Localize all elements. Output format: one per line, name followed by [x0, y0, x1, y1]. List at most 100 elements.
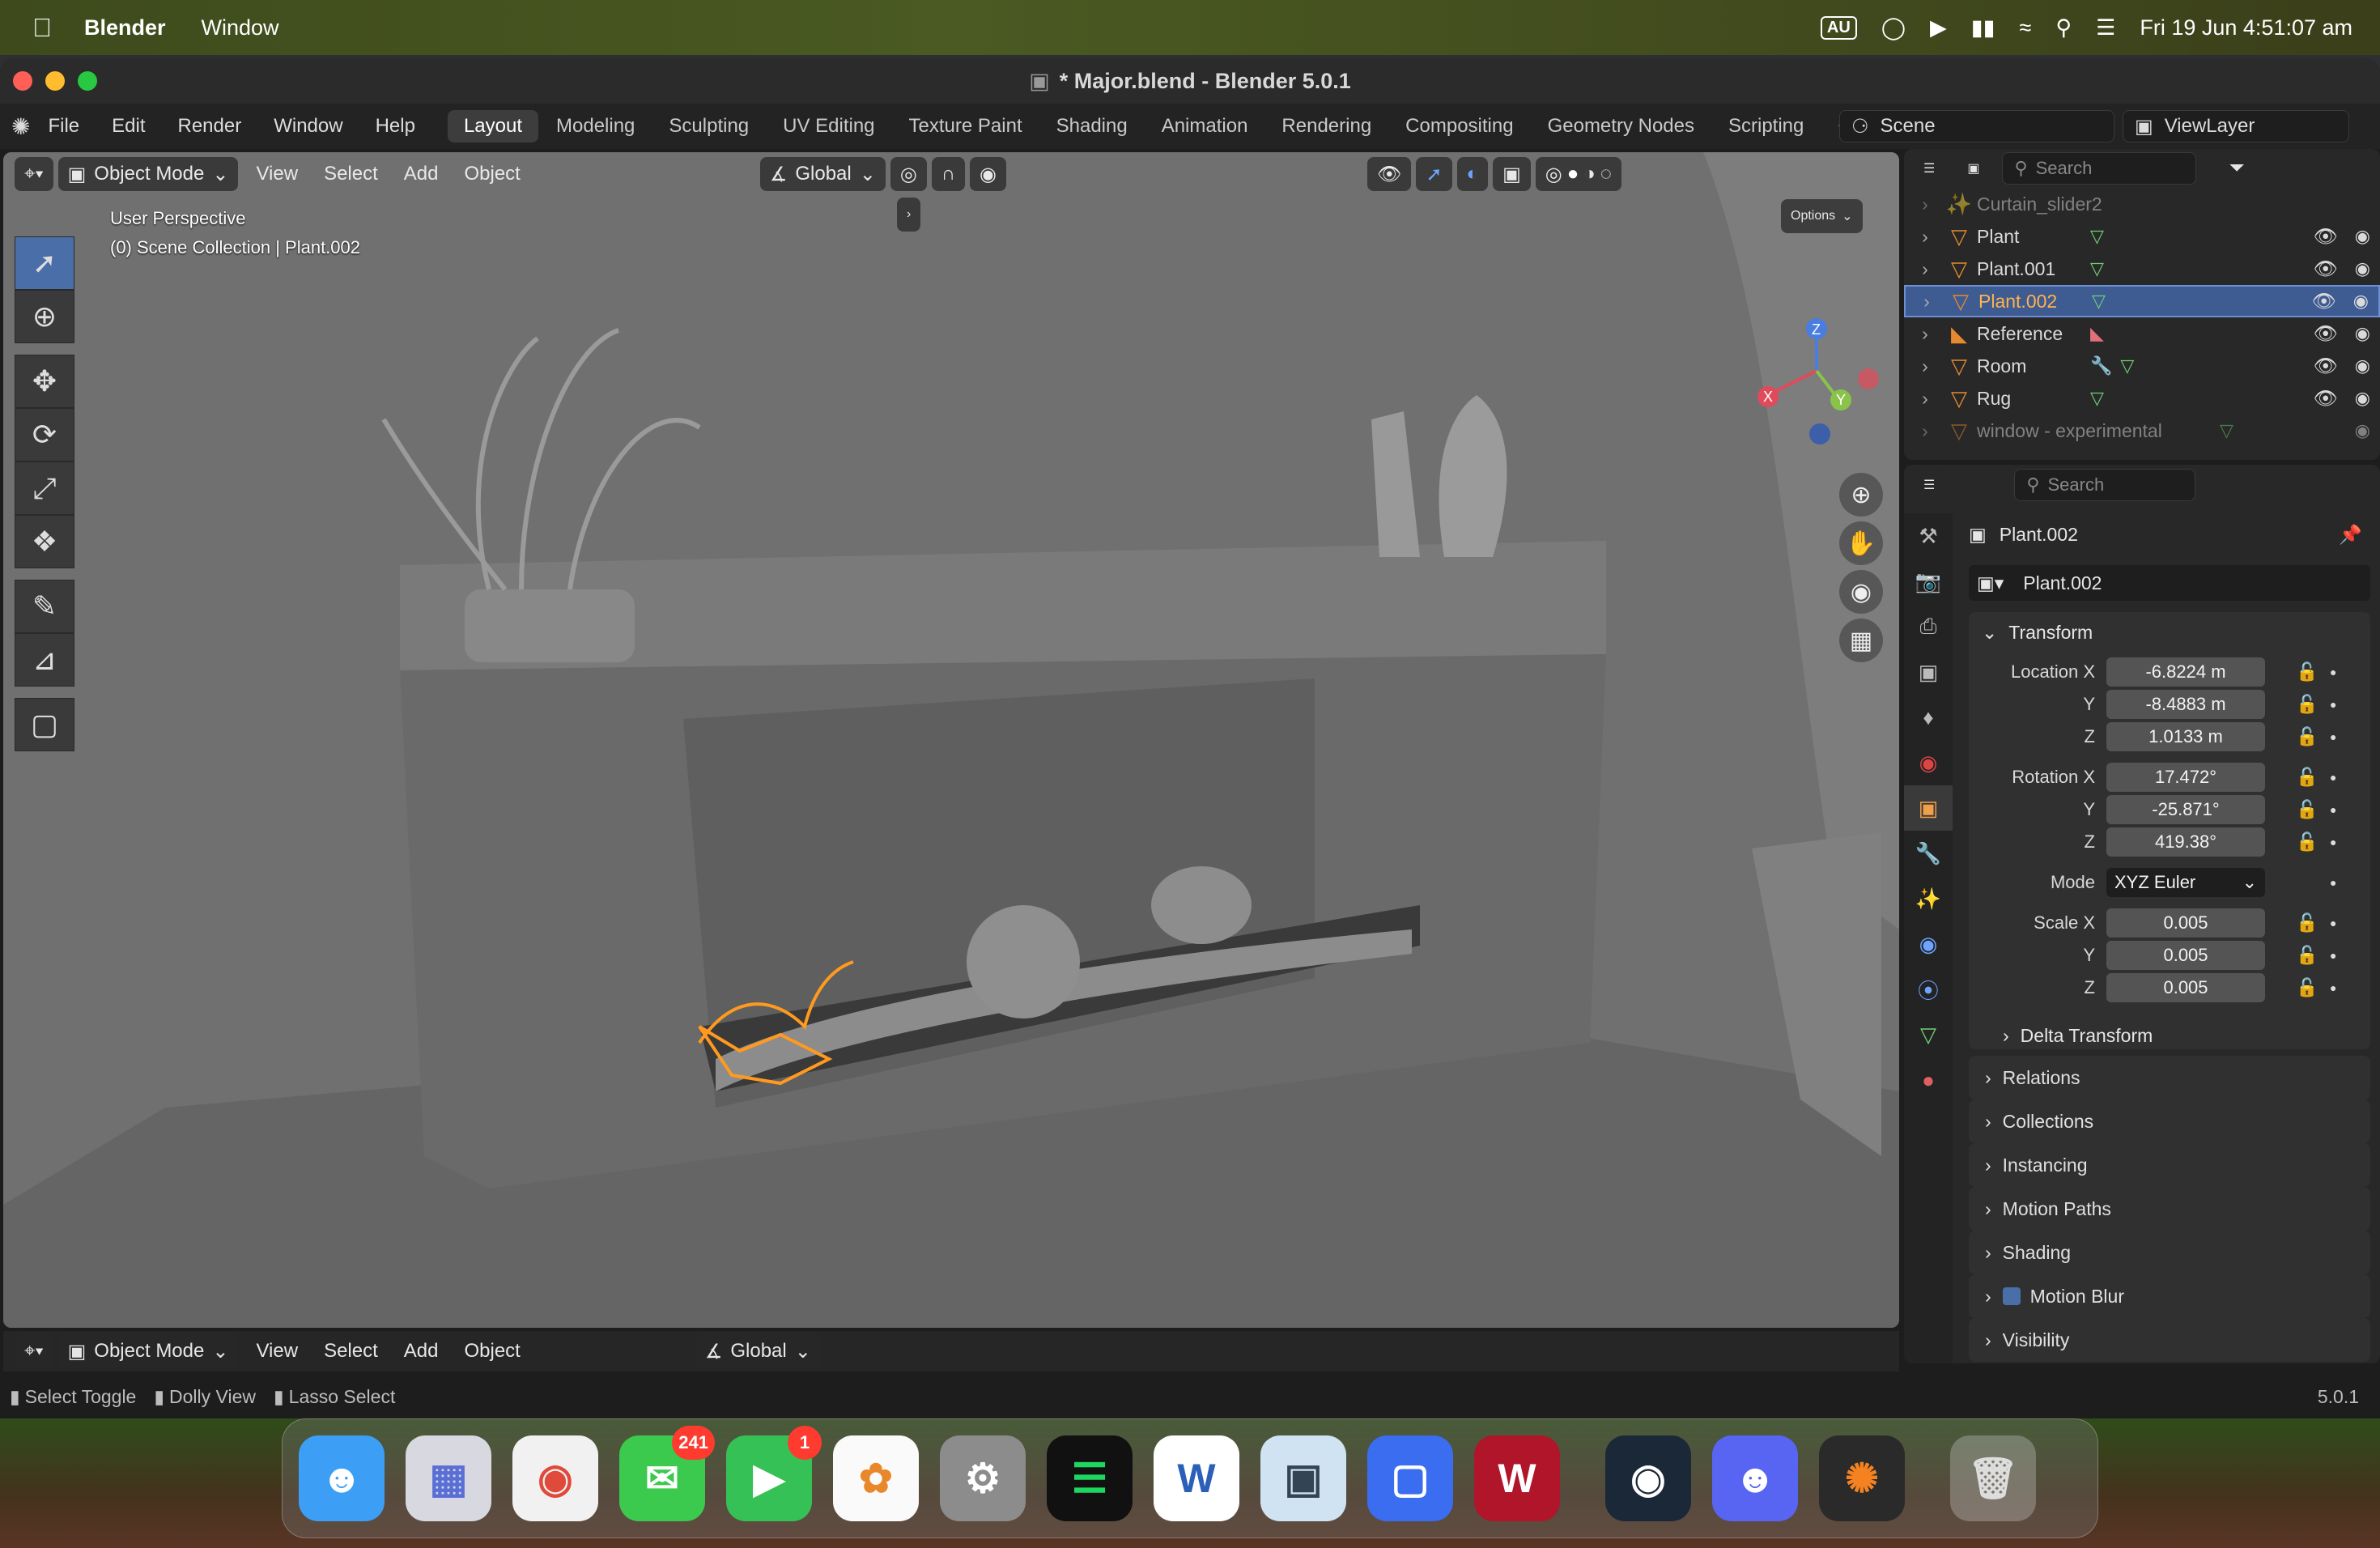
scale-y-field[interactable]: 0.005 — [2106, 941, 2265, 970]
cursor-tool[interactable]: ⊕ — [15, 290, 74, 343]
location-x-field[interactable]: -6.8224 m — [2106, 657, 2265, 687]
keyframe-dot-icon[interactable]: ● — [2330, 949, 2336, 962]
tab-data[interactable]: ▽ — [1904, 1012, 1953, 1057]
snap-button[interactable]: ∩ — [931, 157, 966, 191]
input-source-indicator[interactable]: AU — [1820, 15, 1857, 40]
scene-selector[interactable]: ⚆ Scene — [1839, 110, 2114, 142]
wolfram-icon[interactable]: W — [1474, 1435, 1560, 1521]
scale-x-field[interactable]: 0.005 — [2106, 908, 2265, 938]
tab-layout[interactable]: Layout — [447, 110, 538, 142]
keyframe-dot-icon[interactable]: ● — [2330, 916, 2336, 929]
spotlight-icon[interactable]: ⚲ — [2055, 15, 2072, 40]
bottom-menu-view[interactable]: View — [243, 1340, 311, 1363]
panel-instancing[interactable]: › Instancing — [1969, 1143, 2370, 1187]
panel-relations[interactable]: › Relations — [1969, 1056, 2370, 1099]
menu-help[interactable]: Help — [376, 115, 415, 138]
lock-icon[interactable]: 🔓 — [2296, 767, 2318, 788]
tab-modifiers[interactable]: 🔧 — [1904, 831, 1953, 876]
rotation-y-field[interactable]: -25.871° — [2106, 795, 2265, 824]
chevron-right-icon[interactable]: › — [1909, 355, 1941, 377]
eye-icon[interactable]: 👁 — [2312, 290, 2336, 313]
camera-icon[interactable]: ◉ — [2355, 355, 2370, 376]
mode-selector[interactable]: ▣ Object Mode ⌄ — [57, 157, 239, 191]
bottom-orientation-selector[interactable]: ∡ Global ⌄ — [695, 1334, 821, 1368]
lock-icon[interactable]: 🔓 — [2296, 831, 2318, 853]
keyframe-dot-icon[interactable]: ● — [2330, 836, 2336, 848]
pan-button[interactable]: ✋ — [1839, 521, 1883, 565]
lock-icon[interactable]: 🔓 — [2296, 726, 2318, 747]
bottom-menu-add[interactable]: Add — [391, 1340, 452, 1363]
outliner-row[interactable]: › ✨ Curtain_slider2 — [1904, 188, 2380, 220]
ortho-toggle-button[interactable]: ▦ — [1839, 619, 1883, 662]
shading-modes[interactable]: ◎ ● ◑ ◌ — [1535, 157, 1621, 191]
tab-uv-editing[interactable]: UV Editing — [767, 110, 890, 142]
visibility-button[interactable]: 👁 — [1367, 157, 1412, 191]
menu-window[interactable]: Window — [274, 115, 342, 138]
zoom-window-button[interactable] — [78, 71, 97, 91]
pin-icon[interactable]: 📌 — [2339, 524, 2362, 546]
viewport-menu-object[interactable]: Object — [451, 163, 533, 185]
outliner-row[interactable]: › ▽ window - experimental ▽ ◉ — [1904, 415, 2380, 447]
delta-transform-subpanel[interactable]: › Delta Transform — [1969, 1015, 2370, 1056]
panel-motion-blur[interactable]: › Motion Blur — [1969, 1274, 2370, 1318]
outliner-row[interactable]: › ▽ Rug ▽ 👁 ◉ — [1904, 382, 2380, 415]
close-window-button[interactable] — [13, 71, 32, 91]
system-settings-icon[interactable]: ⚙ — [940, 1435, 1026, 1521]
tab-output[interactable]: ⎙ — [1904, 604, 1953, 649]
annotate-tool[interactable]: ✎ — [15, 580, 74, 633]
tab-rendering[interactable]: Rendering — [1265, 110, 1388, 142]
discord-icon[interactable]: ☻ — [1712, 1435, 1798, 1521]
chevron-right-icon[interactable]: › — [1910, 291, 1943, 313]
location-y-field[interactable]: -8.4883 m — [2106, 690, 2265, 719]
menu-edit[interactable]: Edit — [112, 115, 145, 138]
xray-toggle[interactable]: ▣ — [1493, 157, 1531, 191]
properties-search[interactable]: ⚲ Search — [2014, 469, 2196, 501]
lock-icon[interactable]: 🔓 — [2296, 661, 2318, 683]
camera-icon[interactable]: ◉ — [2355, 323, 2370, 344]
camera-icon[interactable]: ◉ — [2355, 226, 2370, 247]
mesh-data-icon[interactable]: ▽ — [2090, 258, 2104, 279]
tab-view-layer[interactable]: ▣ — [1904, 649, 1953, 695]
tab-texture-paint[interactable]: Texture Paint — [893, 110, 1039, 142]
tab-tool[interactable]: ⚒ — [1904, 513, 1953, 559]
eye-icon[interactable]: 👁 — [2314, 322, 2338, 346]
transform-tool[interactable]: ❖ — [15, 515, 74, 568]
lock-icon[interactable]: 🔓 — [2296, 912, 2318, 933]
tab-constraints[interactable]: ⦿ — [1904, 967, 1953, 1012]
blender-logo-icon[interactable]: ✺ — [11, 113, 30, 140]
panel-collections[interactable]: › Collections — [1969, 1099, 2370, 1143]
measure-tool[interactable]: ⊿ — [15, 633, 74, 687]
options-button[interactable]: Options ⌄ — [1781, 199, 1863, 233]
mesh-data-icon[interactable]: ▽ — [2090, 226, 2104, 247]
tab-render[interactable]: 📷 — [1904, 559, 1953, 604]
viewport-menu-view[interactable]: View — [243, 163, 311, 185]
panel-motion-paths[interactable]: › Motion Paths — [1969, 1187, 2370, 1231]
trash-icon[interactable]: 🗑 — [1950, 1435, 2036, 1521]
rotation-mode-select[interactable]: XYZ Euler ⌄ — [2106, 868, 2265, 897]
keyframe-dot-icon[interactable]: ● — [2330, 730, 2336, 743]
panel-shading[interactable]: › Shading — [1969, 1231, 2370, 1274]
menu-file[interactable]: File — [48, 115, 79, 138]
object-datablock-field[interactable]: ▣▾ Plant.002 — [1969, 565, 2370, 601]
chevron-right-icon[interactable]: › — [1909, 388, 1941, 410]
lock-icon[interactable]: 🔓 — [2296, 977, 2318, 998]
camera-icon[interactable]: ◉ — [2353, 291, 2369, 312]
chevron-right-icon[interactable]: › — [897, 198, 921, 232]
word-icon[interactable]: W — [1154, 1435, 1239, 1521]
proportional-edit-button[interactable]: ◉ — [970, 157, 1006, 191]
eye-icon[interactable]: 👁 — [2314, 355, 2338, 378]
mesh-data-icon[interactable]: ▽ — [2120, 355, 2134, 376]
move-tool[interactable]: ✥ — [15, 355, 74, 408]
chevron-right-icon[interactable]: › — [1909, 323, 1941, 345]
tab-shading[interactable]: Shading — [1040, 110, 1144, 142]
navigation-gizmo[interactable]: Z X Y — [1744, 306, 1889, 468]
keyframe-dot-icon[interactable]: ● — [2330, 698, 2336, 711]
tab-modeling[interactable]: Modeling — [540, 110, 651, 142]
chrome-icon[interactable]: ◉ — [512, 1435, 598, 1521]
bottom-menu-object[interactable]: Object — [451, 1340, 533, 1363]
camera-view-button[interactable]: ◉ — [1839, 570, 1883, 614]
chevron-right-icon[interactable]: › — [1909, 226, 1941, 248]
tab-physics[interactable]: ◉ — [1904, 921, 1953, 967]
eye-icon[interactable]: 👁 — [2314, 225, 2338, 249]
wifi-icon[interactable]: ≈ — [2020, 15, 2032, 40]
